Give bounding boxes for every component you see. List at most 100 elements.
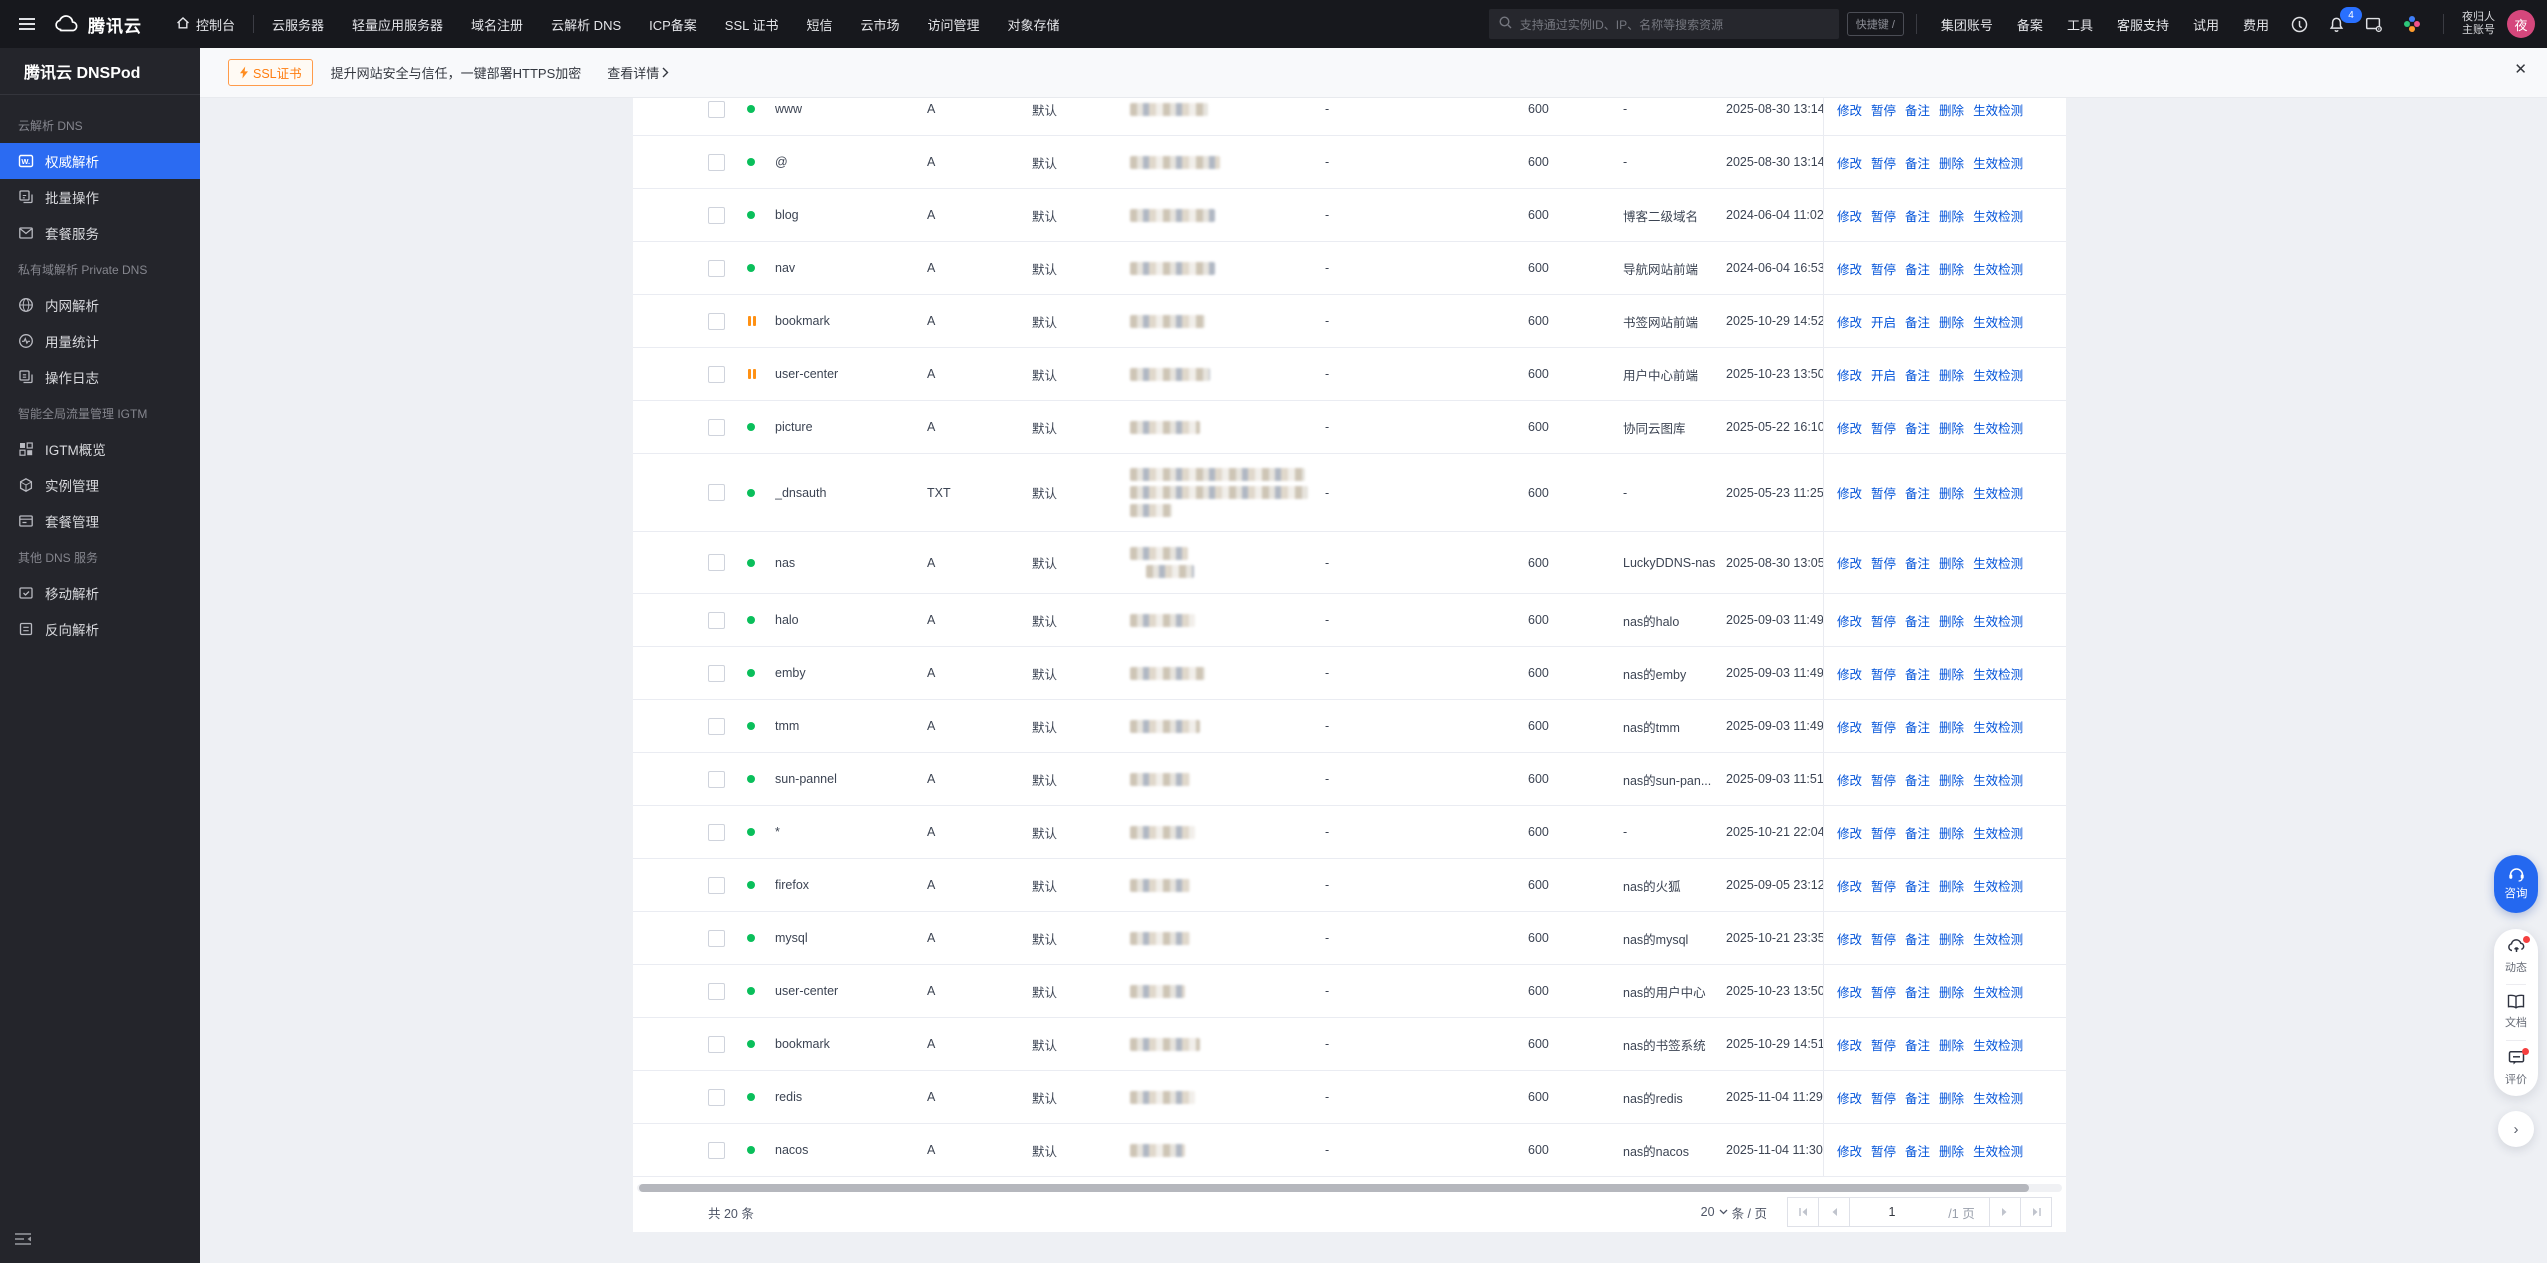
ssl-cert-badge[interactable]: SSL证书 <box>228 59 313 86</box>
action-remark-link[interactable]: 备注 <box>1905 1035 1930 1054</box>
action-remark-link[interactable]: 备注 <box>1905 1088 1930 1107</box>
action-edit-link[interactable]: 修改 <box>1837 312 1862 331</box>
topnav-right-item-2[interactable]: 备案 <box>2005 0 2055 48</box>
action-check-link[interactable]: 生效检测 <box>1973 259 2023 278</box>
topnav-item-4[interactable]: 域名注册 <box>457 0 537 48</box>
action-pause-link[interactable]: 暂停 <box>1871 1035 1896 1054</box>
action-check-link[interactable]: 生效检测 <box>1973 823 2023 842</box>
action-remark-link[interactable]: 备注 <box>1905 982 1930 1001</box>
action-delete-link[interactable]: 删除 <box>1939 100 1964 119</box>
action-delete-link[interactable]: 删除 <box>1939 365 1964 384</box>
topnav-item-2[interactable]: 云服务器 <box>258 0 338 48</box>
sidebar-item-authoritative[interactable]: W. 权威解析 <box>0 143 200 179</box>
row-checkbox[interactable] <box>708 153 725 171</box>
action-remark-link[interactable]: 备注 <box>1905 876 1930 895</box>
action-edit-link[interactable]: 修改 <box>1837 982 1862 1001</box>
action-edit-link[interactable]: 修改 <box>1837 717 1862 736</box>
action-delete-link[interactable]: 删除 <box>1939 770 1964 789</box>
bell-icon[interactable]: 4 <box>2318 0 2362 48</box>
action-edit-link[interactable]: 修改 <box>1837 418 1862 437</box>
row-checkbox[interactable] <box>708 611 725 629</box>
action-edit-link[interactable]: 修改 <box>1837 206 1862 225</box>
sidebar-item-grid[interactable]: IGTM概览 <box>0 431 200 467</box>
action-pause-link[interactable]: 暂停 <box>1871 982 1896 1001</box>
topnav-item-3[interactable]: 轻量应用服务器 <box>338 0 457 48</box>
row-checkbox[interactable] <box>708 929 725 947</box>
action-edit-link[interactable]: 修改 <box>1837 153 1862 172</box>
action-check-link[interactable]: 生效检测 <box>1973 664 2023 683</box>
action-delete-link[interactable]: 删除 <box>1939 611 1964 630</box>
action-check-link[interactable]: 生效检测 <box>1973 1141 2023 1160</box>
action-delete-link[interactable]: 删除 <box>1939 418 1964 437</box>
sidebar-item-instance[interactable]: 实例管理 <box>0 467 200 503</box>
action-check-link[interactable]: 生效检测 <box>1973 553 2023 572</box>
row-checkbox[interactable] <box>708 1035 725 1053</box>
row-checkbox[interactable] <box>708 554 725 571</box>
floating-tool-doc-book[interactable]: 文档 <box>2505 994 2527 1030</box>
row-checkbox[interactable] <box>708 1088 725 1106</box>
row-checkbox[interactable] <box>708 664 725 682</box>
action-pause-link[interactable]: 暂停 <box>1871 418 1896 437</box>
action-check-link[interactable]: 生效检测 <box>1973 876 2023 895</box>
banner-close-icon[interactable]: ✕ <box>2514 62 2527 77</box>
sidebar-item-log[interactable]: 操作日志 <box>0 359 200 395</box>
avatar[interactable]: 夜 <box>2507 10 2535 38</box>
action-check-link[interactable]: 生效检测 <box>1973 153 2023 172</box>
row-checkbox[interactable] <box>708 312 725 330</box>
next-page-button[interactable] <box>1989 1197 2021 1227</box>
row-checkbox[interactable] <box>708 206 725 224</box>
action-edit-link[interactable]: 修改 <box>1837 929 1862 948</box>
action-delete-link[interactable]: 删除 <box>1939 664 1964 683</box>
action-remark-link[interactable]: 备注 <box>1905 823 1930 842</box>
action-remark-link[interactable]: 备注 <box>1905 717 1930 736</box>
action-remark-link[interactable]: 备注 <box>1905 418 1930 437</box>
floating-tool-cloud-news[interactable]: 动态 <box>2505 936 2530 975</box>
sidebar-collapse-icon[interactable] <box>14 1232 32 1251</box>
action-edit-link[interactable]: 修改 <box>1837 611 1862 630</box>
sidebar-item-globe[interactable]: 内网解析 <box>0 287 200 323</box>
row-checkbox[interactable] <box>708 717 725 735</box>
topnav-item-1[interactable]: 控制台 <box>162 0 249 48</box>
action-delete-link[interactable]: 删除 <box>1939 717 1964 736</box>
action-pause-link[interactable]: 暂停 <box>1871 483 1896 502</box>
action-check-link[interactable]: 生效检测 <box>1973 312 2023 331</box>
action-edit-link[interactable]: 修改 <box>1837 483 1862 502</box>
action-delete-link[interactable]: 删除 <box>1939 823 1964 842</box>
action-check-link[interactable]: 生效检测 <box>1973 1088 2023 1107</box>
action-delete-link[interactable]: 删除 <box>1939 876 1964 895</box>
action-remark-link[interactable]: 备注 <box>1905 100 1930 119</box>
row-checkbox[interactable] <box>708 770 725 788</box>
consult-button[interactable]: 咨询 <box>2494 855 2538 913</box>
action-pause-link[interactable]: 暂停 <box>1871 1141 1896 1160</box>
account-menu[interactable]: 夜归人 主账号 <box>2456 11 2501 37</box>
last-page-button[interactable] <box>2020 1197 2052 1227</box>
action-edit-link[interactable]: 修改 <box>1837 1141 1862 1160</box>
action-edit-link[interactable]: 修改 <box>1837 100 1862 119</box>
action-delete-link[interactable]: 删除 <box>1939 259 1964 278</box>
action-check-link[interactable]: 生效检测 <box>1973 611 2023 630</box>
topnav-right-item-4[interactable]: 客服支持 <box>2105 0 2181 48</box>
sidebar-item-mobile[interactable]: 移动解析 <box>0 575 200 611</box>
action-check-link[interactable]: 生效检测 <box>1973 770 2023 789</box>
topnav-item-9[interactable]: 云市场 <box>847 0 914 48</box>
topnav-item-6[interactable]: ICP备案 <box>635 0 711 48</box>
action-check-link[interactable]: 生效检测 <box>1973 365 2023 384</box>
hamburger-menu-icon[interactable] <box>0 17 54 31</box>
action-remark-link[interactable]: 备注 <box>1905 312 1930 331</box>
action-remark-link[interactable]: 备注 <box>1905 553 1930 572</box>
row-checkbox[interactable] <box>708 484 725 501</box>
action-edit-link[interactable]: 修改 <box>1837 259 1862 278</box>
topnav-item-10[interactable]: 访问管理 <box>914 0 994 48</box>
action-remark-link[interactable]: 备注 <box>1905 1141 1930 1160</box>
action-check-link[interactable]: 生效检测 <box>1973 483 2023 502</box>
action-edit-link[interactable]: 修改 <box>1837 664 1862 683</box>
page-size-select[interactable]: 20 条 / 页 <box>1701 1203 1767 1222</box>
row-checkbox[interactable] <box>708 1141 725 1159</box>
action-pause-link[interactable]: 暂停 <box>1871 717 1896 736</box>
first-page-button[interactable] <box>1787 1197 1819 1227</box>
action-enable-link[interactable]: 开启 <box>1871 365 1896 384</box>
action-delete-link[interactable]: 删除 <box>1939 206 1964 225</box>
action-pause-link[interactable]: 暂停 <box>1871 100 1896 119</box>
action-pause-link[interactable]: 暂停 <box>1871 770 1896 789</box>
action-pause-link[interactable]: 暂停 <box>1871 206 1896 225</box>
